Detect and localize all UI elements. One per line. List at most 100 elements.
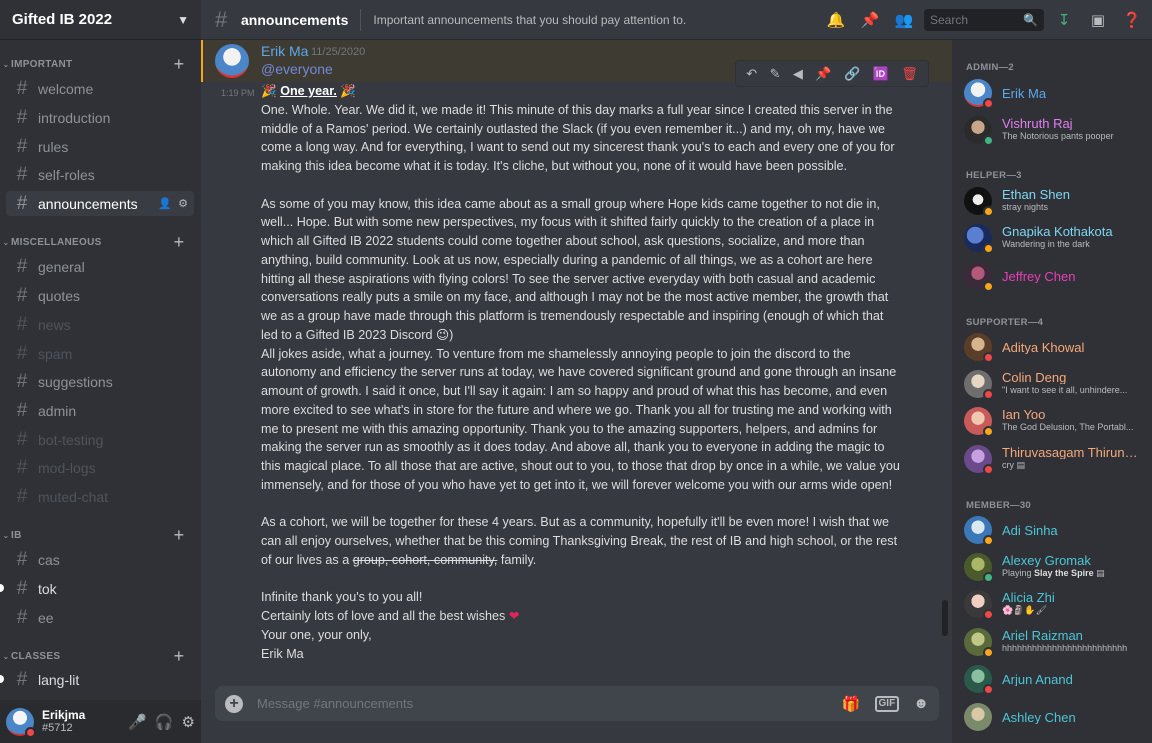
inbox-icon[interactable]: ▣ xyxy=(1086,8,1110,32)
publish-icon[interactable]: ◀ xyxy=(793,66,803,82)
rich-presence-icon: ▤ xyxy=(1096,568,1105,578)
channel-topic[interactable]: Important announcements that you should … xyxy=(373,13,824,27)
add-channel-icon[interactable]: + xyxy=(167,525,191,546)
category-classes[interactable]: ⌄ CLASSES + xyxy=(0,646,201,667)
channel-general[interactable]: # general xyxy=(6,254,194,279)
member-arjun-anand[interactable]: Arjun Anand xyxy=(964,661,1148,697)
search-input[interactable]: Search 🔍 xyxy=(924,8,1044,31)
channel-ee[interactable]: # ee xyxy=(6,605,194,630)
hash-icon: # xyxy=(16,577,28,599)
reply-icon[interactable]: ↶ xyxy=(746,66,757,82)
member-ariel-raizman[interactable]: Ariel Raizman hhhhhhhhhhhhhhhhhhhhhhhhh xyxy=(964,624,1148,660)
channel-introduction[interactable]: # introduction xyxy=(6,105,194,130)
member-vishruth-raj[interactable]: Vishruth Raj The Notorious pants pooper xyxy=(964,112,1148,148)
invite-icon[interactable]: 👤 xyxy=(158,197,172,210)
channel-mod-logs[interactable]: # mod-logs xyxy=(6,455,194,480)
help-icon[interactable]: ❓ xyxy=(1120,8,1144,32)
status-dnd-icon xyxy=(983,98,994,109)
member-erik-ma[interactable]: Erik Ma xyxy=(964,75,1148,111)
member-alicia-zhi[interactable]: Alicia Zhi 🌸🗿✋🖌 xyxy=(964,586,1148,622)
link-icon[interactable]: 🔗 xyxy=(844,66,860,82)
channel-welcome[interactable]: # welcome xyxy=(6,76,194,101)
category-label: MISCELLANEOUS xyxy=(11,236,102,248)
category-label: IB xyxy=(11,529,22,541)
emoji-picker-icon[interactable]: ☻ xyxy=(913,695,929,712)
channel-label: self-roles xyxy=(38,166,95,183)
search-placeholder: Search xyxy=(930,12,969,27)
member-alexey-gromak[interactable]: Alexey Gromak Playing Slay the Spire ▤ xyxy=(964,549,1148,585)
channel-news[interactable]: # news xyxy=(6,312,194,337)
add-attachment-icon[interactable]: + xyxy=(225,694,243,713)
channel-tok[interactable]: # tok xyxy=(6,576,194,601)
chevron-down-icon[interactable]: ▼ xyxy=(177,13,189,27)
message-input[interactable] xyxy=(257,696,842,711)
edit-icon[interactable]: ✎ xyxy=(770,66,781,82)
add-channel-icon[interactable]: + xyxy=(167,54,191,75)
message-author[interactable]: Erik Ma xyxy=(261,43,308,59)
mute-microphone-icon[interactable]: 🎤 xyxy=(128,713,147,731)
member-adi-sinha[interactable]: Adi Sinha xyxy=(964,512,1148,548)
channel-label: general xyxy=(38,258,85,275)
category-ib[interactable]: ⌄ IB + xyxy=(0,525,201,546)
member-activity: Slay the Spire xyxy=(1034,568,1094,578)
add-channel-icon[interactable]: + xyxy=(167,646,191,667)
member-colin-deng[interactable]: Colin Deng "I want to see it all, unhinde… xyxy=(964,366,1148,402)
member-aditya-khowal[interactable]: Aditya Khowal xyxy=(964,329,1148,365)
category-miscellaneous[interactable]: ⌄ MISCELLANEOUS + xyxy=(0,232,201,253)
add-channel-icon[interactable]: + xyxy=(167,232,191,253)
member-ashley-chen[interactable]: Ashley Chen xyxy=(964,699,1148,735)
wink-emoji-icon: 😉 xyxy=(436,326,450,342)
category-label: IMPORTANT xyxy=(11,58,73,70)
bell-icon[interactable]: 🔔 xyxy=(824,8,848,32)
pin-icon[interactable]: 📌 xyxy=(815,66,831,82)
members-icon[interactable]: 👥 xyxy=(892,8,916,32)
channel-header: # announcements Important announcements … xyxy=(201,0,1152,40)
channel-self-roles[interactable]: # self-roles xyxy=(6,162,194,187)
hash-icon: # xyxy=(215,6,228,32)
channel-label: mod-logs xyxy=(38,459,96,476)
channel-spam[interactable]: # spam xyxy=(6,341,194,366)
download-icon[interactable]: ↧ xyxy=(1052,8,1076,32)
gear-icon[interactable]: ⚙ xyxy=(182,713,195,731)
server-header[interactable]: Gifted IB 2022 ▼ xyxy=(0,0,201,40)
headphones-icon[interactable]: 🎧 xyxy=(155,713,174,731)
pin-icon[interactable]: 📌 xyxy=(858,8,882,32)
hash-icon: # xyxy=(16,485,28,507)
avatar[interactable] xyxy=(215,44,249,78)
member-thiruvasagam[interactable]: Thiruvasagam Thiruna... cry ▤ xyxy=(964,441,1148,477)
rich-presence-icon: ▤ xyxy=(1016,460,1026,470)
member-name: Jeffrey Chen xyxy=(1002,269,1076,283)
hash-icon: # xyxy=(16,255,28,277)
avatar xyxy=(964,553,994,583)
member-ian-yoo[interactable]: Ian Yoo The God Delusion, The Portabl... xyxy=(964,403,1148,439)
channel-suggestions[interactable]: # suggestions xyxy=(6,369,194,394)
channel-label: tok xyxy=(38,580,57,597)
member-status: Wandering in the dark xyxy=(1002,239,1090,249)
search-icon: 🔍 xyxy=(1023,12,1038,27)
gif-button[interactable]: GIF xyxy=(874,695,900,712)
category-important[interactable]: ⌄ IMPORTANT + xyxy=(0,54,201,75)
mention-everyone[interactable]: @everyone xyxy=(261,61,333,77)
channel-admin[interactable]: # admin xyxy=(6,398,194,423)
gear-icon[interactable]: ⚙ xyxy=(178,197,188,210)
member-ethan-shen[interactable]: Ethan Shen stray nights xyxy=(964,183,1148,219)
scrollbar[interactable] xyxy=(942,600,948,636)
channel-rules[interactable]: # rules xyxy=(6,134,194,159)
avatar[interactable] xyxy=(6,707,36,738)
channel-announcements[interactable]: # announcements 👤 ⚙ xyxy=(6,191,194,216)
channel-label: lang-lit xyxy=(38,671,80,688)
channel-bot-testing[interactable]: # bot-testing xyxy=(6,427,194,452)
member-jeffrey-chen[interactable]: Jeffrey Chen xyxy=(964,258,1148,294)
party-popper-icon: 🎉 xyxy=(340,83,357,98)
gift-icon[interactable]: 🎁 xyxy=(842,695,861,713)
channel-quotes[interactable]: # quotes xyxy=(6,283,194,308)
status-dnd-icon xyxy=(25,726,36,738)
user-tag: #5712 xyxy=(42,721,73,734)
channel-lang-lit[interactable]: # lang-lit xyxy=(6,667,194,692)
channel-muted-chat[interactable]: # muted-chat xyxy=(6,484,194,509)
chat-area: Erik Ma 11/25/2020 @everyone 1:19 PM ↶ ✎… xyxy=(201,40,952,743)
delete-icon[interactable]: 🗑 xyxy=(901,66,918,82)
channel-cas[interactable]: # cas xyxy=(6,547,194,572)
id-icon[interactable]: 🆔 xyxy=(873,66,889,82)
member-gnapika-kothakota[interactable]: Gnapika Kothakota Wandering in the dark xyxy=(964,220,1148,256)
